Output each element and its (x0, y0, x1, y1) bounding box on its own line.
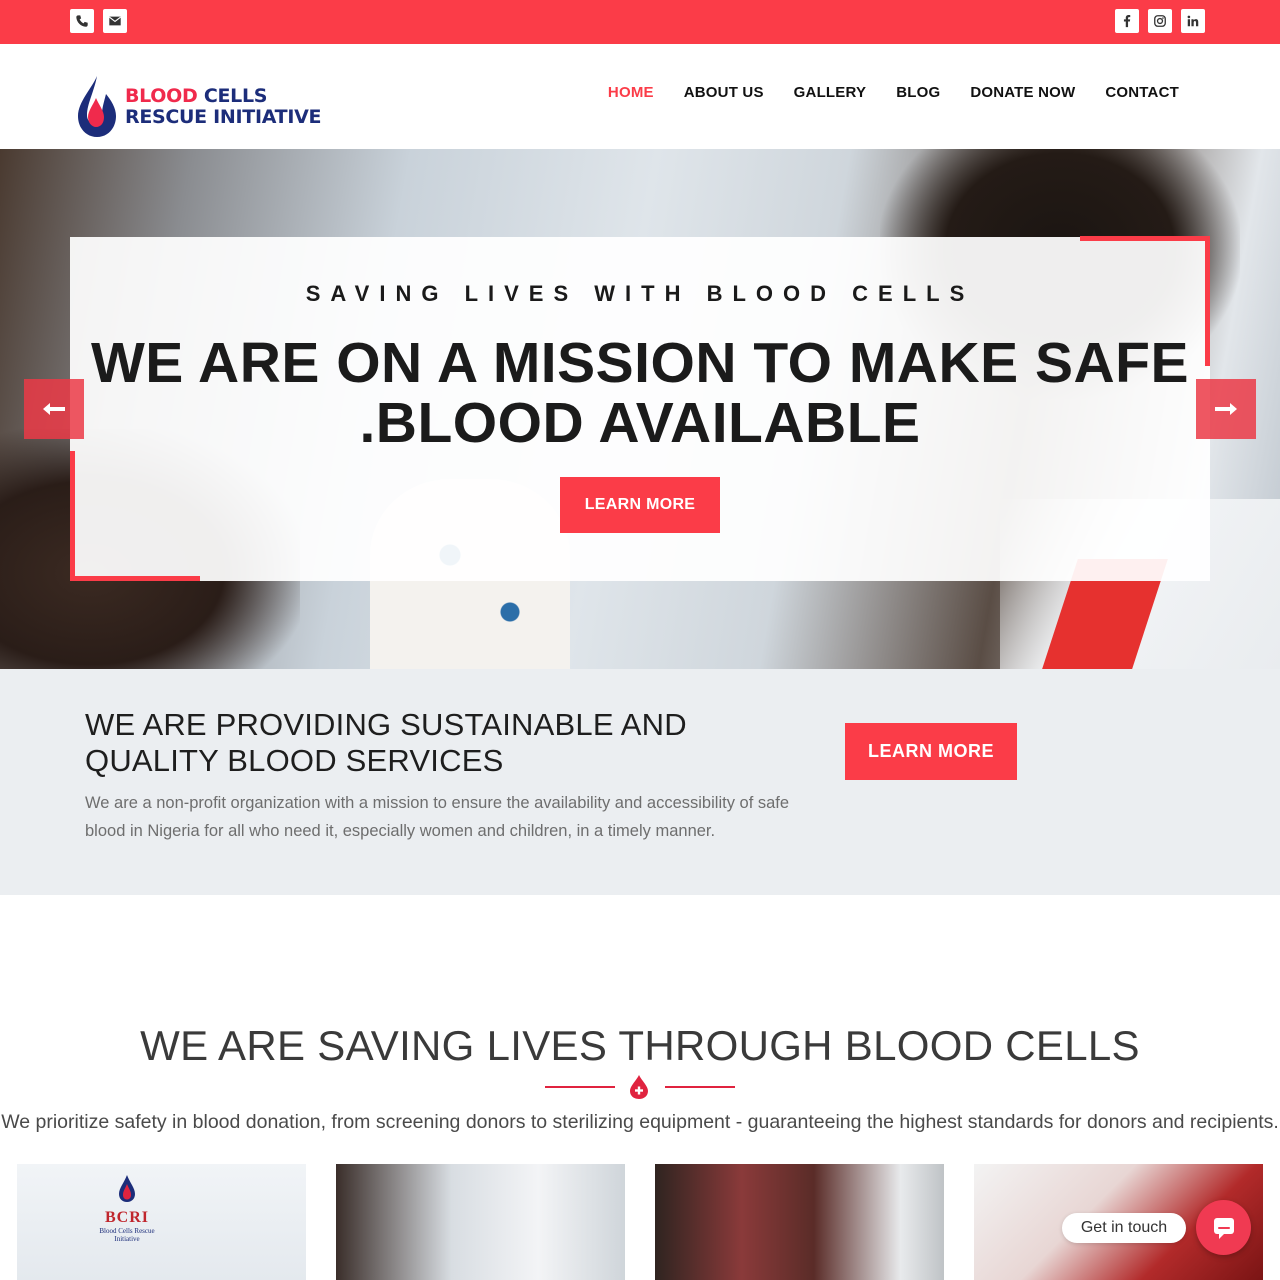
callout-learn-more-button[interactable]: LEARN MORE (845, 723, 1017, 780)
arrow-right-icon (1215, 403, 1237, 415)
main-nav: HOME ABOUT US GALLERY BLOG DONATE NOW CO… (593, 84, 1194, 101)
top-bar (0, 0, 1280, 44)
section-title: WE ARE SAVING LIVES THROUGH BLOOD CELLS (140, 1022, 1140, 1069)
gallery-card-3[interactable] (655, 1164, 944, 1280)
logo-word-cells: CELLS (203, 85, 268, 107)
site-header: BLOOD CELLS RESCUE INITIATIVE HOME ABOUT… (0, 44, 1280, 149)
nav-gallery[interactable]: GALLERY (779, 84, 882, 101)
envelope-icon[interactable] (103, 9, 127, 33)
bcri-sign-text: BCRI (104, 1209, 149, 1226)
gallery-card-1[interactable]: BCRI Blood Cells Rescue Initiative (17, 1164, 306, 1280)
arrow-left-icon (43, 403, 65, 415)
hero-slider: SAVING LIVES WITH BLOOD CELLS WE ARE ON … (0, 149, 1280, 669)
phone-icon[interactable] (70, 9, 94, 33)
logo-line-rescue-initiative: RESCUE INITIATIVE (125, 106, 322, 128)
chat-icon (1213, 1217, 1234, 1239)
gallery-card-2[interactable] (336, 1164, 625, 1280)
slider-next-button[interactable] (1196, 379, 1256, 439)
hero-title: WE ARE ON A MISSION TO MAKE SAFE .BLOOD … (91, 331, 1189, 455)
chat-button[interactable] (1196, 1200, 1251, 1255)
site-logo[interactable]: BLOOD CELLS RESCUE INITIATIVE (74, 74, 334, 142)
bcri-sign: BCRI Blood Cells Rescue Initiative (87, 1174, 167, 1243)
nav-home[interactable]: HOME (593, 84, 669, 101)
hero-kicker: SAVING LIVES WITH BLOOD CELLS (305, 281, 975, 306)
corner-accent (70, 576, 200, 581)
nav-blog[interactable]: BLOG (881, 84, 955, 101)
callout-text: We are a non-profit organization with a … (85, 794, 790, 840)
divider-line (665, 1086, 735, 1088)
nav-contact[interactable]: CONTACT (1090, 84, 1194, 101)
section-subtitle: We prioritize safety in blood donation, … (1, 1111, 1279, 1133)
callout-section: WE ARE PROVIDING SUSTAINABLE AND QUALITY… (0, 669, 1280, 895)
blood-drop-logo-icon (78, 76, 116, 137)
bcri-sign-subtext: Blood Cells Rescue Initiative (99, 1227, 155, 1243)
divider-line (545, 1086, 615, 1088)
slider-prev-button[interactable] (24, 379, 84, 439)
logo-word-blood: BLOOD (125, 85, 198, 107)
nav-donate-now[interactable]: DONATE NOW (955, 84, 1090, 101)
chat-label[interactable]: Get in touch (1062, 1213, 1186, 1243)
instagram-icon[interactable] (1148, 9, 1172, 33)
blood-drop-icon (119, 1175, 135, 1202)
facebook-icon[interactable] (1115, 9, 1139, 33)
nav-about-us[interactable]: ABOUT US (669, 84, 779, 101)
linkedin-icon[interactable] (1181, 9, 1205, 33)
corner-accent (70, 451, 75, 581)
hero-card: SAVING LIVES WITH BLOOD CELLS WE ARE ON … (70, 236, 1210, 581)
blood-drop-plus-icon (630, 1075, 648, 1099)
hero-learn-more-button[interactable]: LEARN MORE (560, 477, 720, 533)
corner-accent (1080, 236, 1210, 241)
logo-wordmark: BLOOD CELLS RESCUE INITIATIVE (125, 86, 321, 128)
callout-title: WE ARE PROVIDING SUSTAINABLE AND QUALITY… (85, 707, 687, 778)
